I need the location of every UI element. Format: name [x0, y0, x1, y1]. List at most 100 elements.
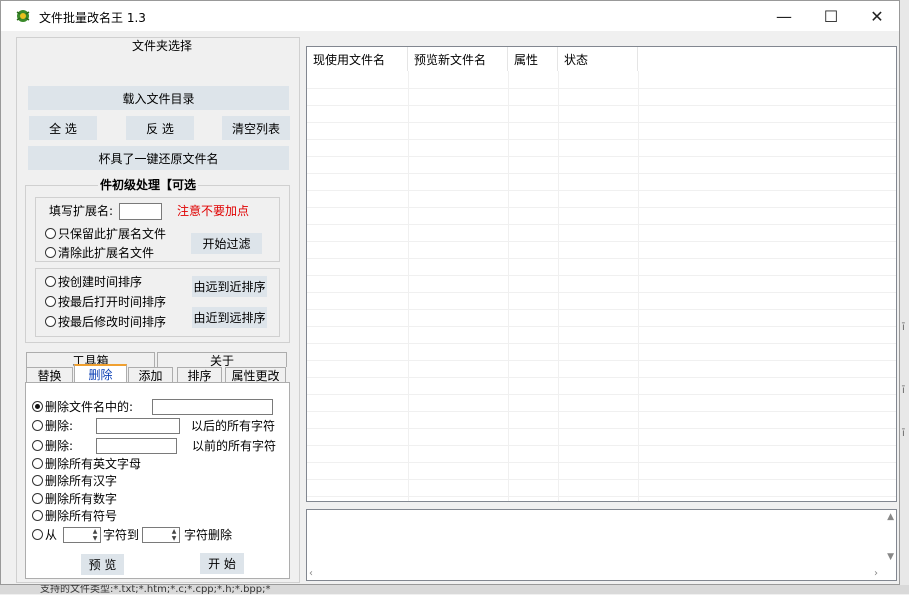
grid-row-line	[307, 275, 896, 276]
delete-before-label: 删除:	[45, 439, 74, 453]
grid-row-line	[307, 173, 896, 174]
keep-extension-label: 只保留此扩展名文件	[58, 227, 167, 241]
scroll-down-icon[interactable]: ▼	[887, 552, 894, 562]
grid-row-line	[307, 88, 896, 89]
char-to-label: 字符到	[103, 528, 140, 542]
tab-replace[interactable]: 替换	[26, 367, 73, 383]
tab-add[interactable]: 添加	[128, 367, 173, 383]
sort-by-create-radio[interactable]: 按创建时间排序	[45, 275, 142, 289]
invert-selection-button[interactable]: 反 选	[126, 116, 194, 140]
grid-row-line	[307, 207, 896, 208]
main-window: 文件批量改名王 1.3 — ☐ ✕ 文件夹选择 载入文件目录 全 选 反 选 清…	[0, 0, 900, 585]
char-delete-label: 字符删除	[184, 528, 233, 542]
clear-list-button[interactable]: 清空列表	[222, 116, 290, 140]
radio-icon	[32, 440, 43, 451]
sort-by-open-label: 按最后打开时间排序	[58, 295, 167, 309]
stepper-arrows-icon[interactable]: ▲ ▼	[90, 528, 100, 542]
scroll-up-icon[interactable]: ▲	[887, 512, 894, 522]
delete-after-input[interactable]	[96, 418, 180, 434]
tab-about[interactable]: 关于	[157, 352, 287, 368]
preview-button[interactable]: 预 览	[81, 554, 124, 575]
remove-extension-label: 清除此扩展名文件	[58, 246, 155, 260]
delete-digits-label: 删除所有数字	[45, 492, 118, 506]
grid-row-line	[307, 326, 896, 327]
restore-filenames-button[interactable]: 杯具了一键还原文件名	[28, 146, 289, 170]
edge-glyph: ī	[902, 322, 905, 333]
grid-row-line	[307, 343, 896, 344]
delete-after-radio[interactable]: 删除:	[32, 419, 73, 433]
extension-input[interactable]	[119, 203, 162, 220]
range-end-stepper[interactable]: ▲ ▼	[142, 527, 180, 543]
delete-symbols-label: 删除所有符号	[45, 509, 118, 523]
radio-icon	[32, 493, 43, 504]
delete-english-radio[interactable]: 删除所有英文字母	[32, 457, 141, 471]
grid-row-line	[307, 462, 896, 463]
title-bar[interactable]: 文件批量改名王 1.3 — ☐ ✕	[1, 1, 899, 31]
close-button[interactable]: ✕	[854, 1, 900, 31]
radio-icon	[32, 420, 43, 431]
extension-label: 填写扩展名:	[49, 204, 114, 218]
list-gridlines	[307, 47, 896, 501]
sort-far-to-near-button[interactable]: 由远到近排序	[192, 276, 267, 297]
app-icon	[16, 10, 30, 22]
radio-icon	[45, 228, 56, 239]
sort-by-modify-radio[interactable]: 按最后修改时间排序	[45, 315, 166, 329]
radio-icon	[45, 247, 56, 258]
delete-before-radio[interactable]: 删除:	[32, 439, 73, 453]
background-window-strip	[900, 0, 909, 594]
sort-by-create-label: 按创建时间排序	[58, 275, 143, 289]
range-start-stepper[interactable]: ▲ ▼	[63, 527, 101, 543]
grid-row-line	[307, 309, 896, 310]
delete-contains-radio[interactable]: 删除文件名中的:	[32, 400, 133, 414]
maximize-button[interactable]: ☐	[808, 1, 854, 31]
tab-attributes[interactable]: 属性更改	[225, 367, 286, 383]
delete-digits-radio[interactable]: 删除所有数字	[32, 492, 117, 506]
radio-icon	[32, 458, 43, 469]
grid-column-line	[638, 71, 639, 501]
sort-near-to-far-button[interactable]: 由近到远排序	[192, 307, 267, 328]
delete-before-suffix: 以前的所有字符	[192, 439, 277, 453]
remove-extension-radio[interactable]: 清除此扩展名文件	[45, 246, 154, 260]
grid-row-line	[307, 292, 896, 293]
sort-by-modify-label: 按最后修改时间排序	[58, 315, 167, 329]
minimize-button[interactable]: —	[761, 1, 807, 31]
grid-row-line	[307, 496, 896, 497]
grid-row-line	[307, 411, 896, 412]
grid-row-line	[307, 258, 896, 259]
scroll-right-icon[interactable]: ›	[874, 568, 878, 579]
grid-row-line	[307, 122, 896, 123]
scroll-left-icon[interactable]: ‹	[309, 568, 313, 579]
edge-glyph: ī	[902, 428, 905, 439]
delete-contains-input[interactable]	[152, 399, 273, 415]
edge-glyph: ī	[902, 385, 905, 396]
radio-icon	[45, 276, 56, 287]
sort-by-open-radio[interactable]: 按最后打开时间排序	[45, 295, 166, 309]
radio-icon	[45, 296, 56, 307]
grid-column-line	[408, 71, 409, 501]
load-directory-button[interactable]: 载入文件目录	[28, 86, 289, 110]
start-button[interactable]: 开 始	[200, 553, 244, 574]
radio-icon	[32, 401, 43, 412]
extension-hint: 注意不要加点	[177, 204, 250, 218]
stepper-arrows-icon[interactable]: ▲ ▼	[169, 528, 179, 542]
grid-row-line	[307, 479, 896, 480]
delete-chinese-radio[interactable]: 删除所有汉字	[32, 474, 117, 488]
tab-sort[interactable]: 排序	[177, 367, 222, 383]
keep-extension-radio[interactable]: 只保留此扩展名文件	[45, 227, 166, 241]
delete-range-label: 从	[45, 528, 58, 542]
delete-range-radio[interactable]: 从	[32, 528, 57, 542]
grid-row-line	[307, 190, 896, 191]
log-textarea[interactable]: ▲ ▼ ‹ ›	[306, 509, 897, 581]
folder-group-title: 文件夹选择	[131, 39, 194, 53]
delete-symbols-radio[interactable]: 删除所有符号	[32, 509, 117, 523]
delete-chinese-label: 删除所有汉字	[45, 474, 118, 488]
grid-row-line	[307, 394, 896, 395]
delete-before-input[interactable]	[96, 438, 177, 454]
grid-row-line	[307, 139, 896, 140]
background-status-text: 支持的文件类型:*.txt;*.htm;*.c;*.cpp;*.h;*.bpp;…	[40, 584, 271, 595]
file-list[interactable]: 现使用文件名 预览新文件名 属性 状态	[306, 46, 897, 502]
grid-row-line	[307, 156, 896, 157]
start-filter-button[interactable]: 开始过滤	[191, 233, 262, 254]
select-all-button[interactable]: 全 选	[29, 116, 97, 140]
tab-delete[interactable]: 删除	[74, 364, 127, 383]
